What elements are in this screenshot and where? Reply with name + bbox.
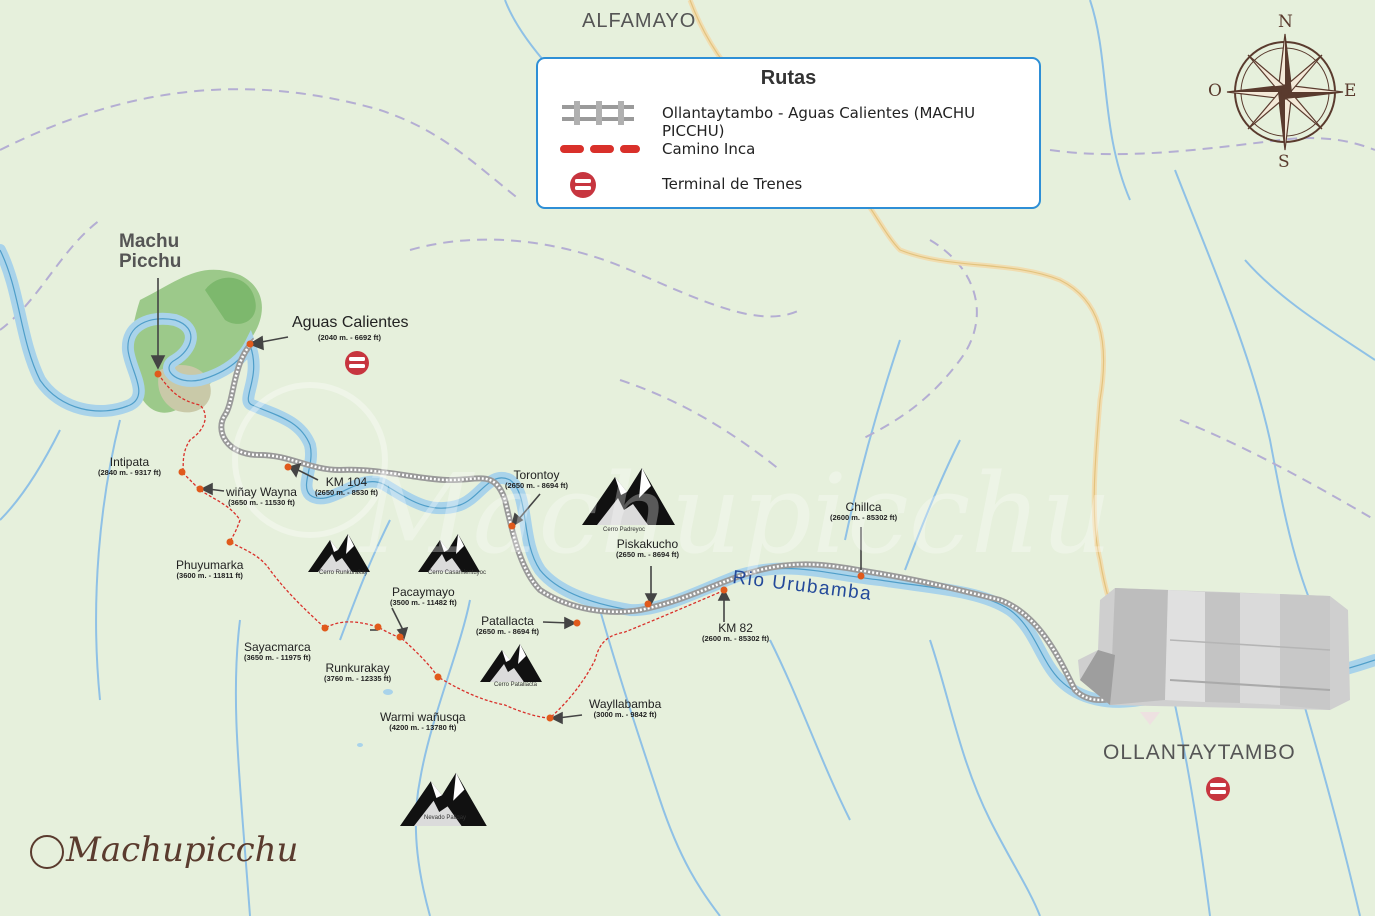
legend-title: Rutas	[760, 67, 817, 89]
label-runkurakay[interactable]: Runkurakay (3760 m. - 12335 ft)	[324, 662, 391, 682]
label-winay-wayna[interactable]: wiñay Wayna (3650 m. - 11530 ft)	[226, 486, 297, 506]
brand-text: Machupicchu	[66, 830, 299, 870]
rail-track-icon	[562, 101, 634, 125]
label-torontoy[interactable]: Torontoy (2650 m. - 8694 ft)	[505, 469, 568, 489]
label-pacaymayo[interactable]: Pacaymayo (3500 m. - 11482 ft)	[390, 586, 457, 606]
dashed-red-line-icon	[560, 145, 640, 153]
brand-circle-icon	[30, 835, 64, 869]
label-warmi-wanusqa[interactable]: Warmi wañusqa (4200 m. - 13780 ft)	[380, 711, 466, 731]
ollantaytambo-terraces	[1078, 588, 1350, 710]
label-chillca[interactable]: Chillca (2600 m. - 85302 ft)	[830, 501, 897, 521]
legend-item-inca-trail: Camino Inca	[662, 140, 756, 158]
caption-cerro-padreyoc: Cerro Padreyoc	[603, 527, 646, 533]
label-wayllabamba[interactable]: Wayllabamba (3000 m. - 9842 ft)	[589, 698, 661, 718]
cerro-patallacta-icon	[480, 644, 542, 682]
label-km-82[interactable]: KM 82 (2600 m. - 85302 ft)	[702, 622, 769, 642]
brand-logo: Machupicchu	[30, 830, 298, 870]
compass-n: N	[1278, 12, 1293, 32]
town-ollantaytambo: OLLANTAYTAMBO	[1103, 741, 1296, 764]
compass-w: O	[1208, 81, 1222, 101]
watermark: Machupicchu	[360, 450, 1113, 578]
legend-item-terminal: Terminal de Trenes	[662, 175, 803, 193]
label-sayacmarca[interactable]: Sayacmarca (3650 m. - 11975 ft)	[244, 641, 311, 661]
compass-icon	[1226, 33, 1344, 151]
caption-cerro-runkurakay: Cerro Runkurakay	[319, 570, 368, 576]
caption-nevado-pallqay: Nevado Pallqay	[424, 815, 467, 821]
label-km-104[interactable]: KM 104 (2650 m. - 8530 ft)	[315, 476, 378, 496]
machu-picchu-title: Machu Picchu	[119, 231, 182, 272]
label-phuyumarka[interactable]: Phuyumarka (3600 m. - 11811 ft)	[176, 559, 243, 579]
legend: Rutas Ollantaytambo - Aguas Calientes (M…	[536, 57, 1041, 209]
town-alfamayo: ALFAMAYO	[582, 10, 697, 32]
terminal-ollantaytambo-icon	[1206, 777, 1230, 801]
train-terminal-icon	[570, 172, 596, 198]
compass-e: E	[1344, 81, 1357, 101]
compass-s: S	[1278, 152, 1290, 172]
label-piskakucho[interactable]: Piskakucho (2650 m. - 8694 ft)	[616, 538, 679, 558]
label-patallacta[interactable]: Patallacta (2650 m. - 8694 ft)	[476, 615, 539, 635]
caption-cerro-patallacta: Cerro Patallacta	[494, 682, 538, 688]
aguas-calientes-elevation: (2040 m. - 6692 ft)	[318, 333, 381, 342]
caption-cerro-casamientuyoc: Cerro Casamientuyoc	[428, 570, 487, 576]
aguas-calientes-title: Aguas Calientes	[292, 314, 409, 331]
terminal-aguas-calientes-icon	[345, 351, 369, 375]
compass-rose: N S O E	[1208, 12, 1358, 172]
label-intipata[interactable]: Intipata (2840 m. - 9317 ft)	[98, 456, 161, 476]
map-canvas[interactable]: Machupicchu ALFAMAYO OLLANTAYTAMBO Machu…	[0, 0, 1375, 916]
legend-item-railway: Ollantaytambo - Aguas Calientes (MACHU P…	[662, 104, 976, 140]
